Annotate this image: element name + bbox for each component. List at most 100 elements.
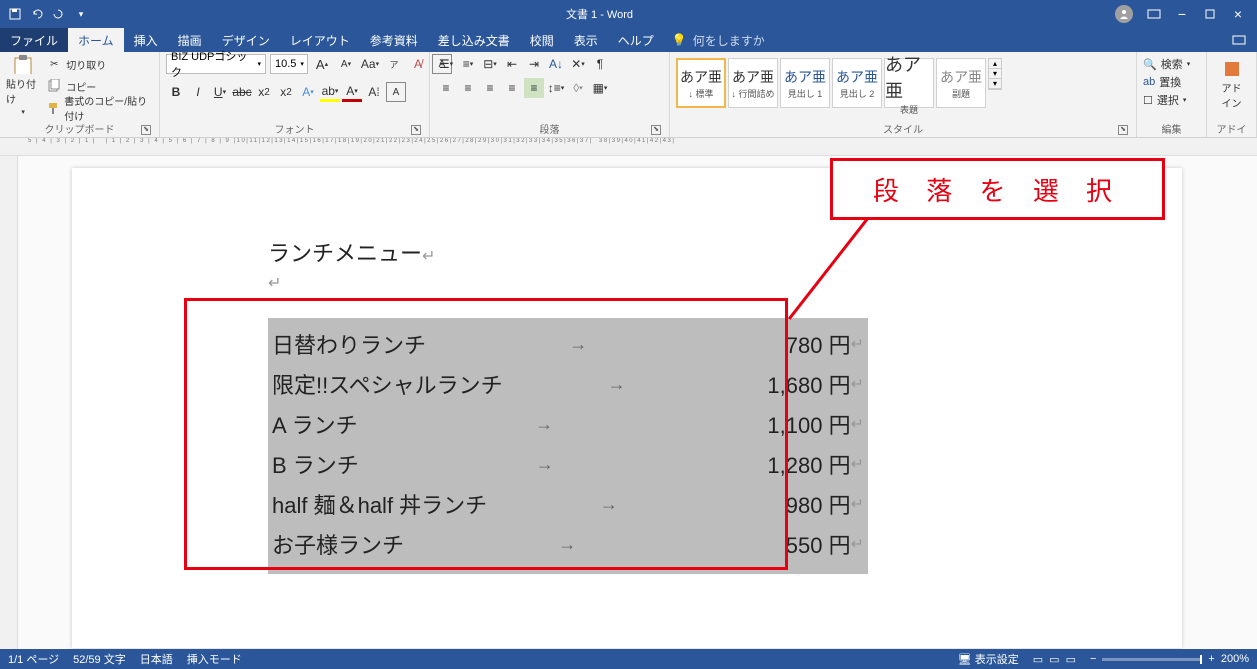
- menu-row: half 麺＆half 丼ランチ→980 円↵: [272, 484, 864, 524]
- search-icon: 🔍: [1143, 58, 1157, 71]
- decrease-indent-button[interactable]: ⇤: [502, 54, 522, 74]
- tab-mark-icon: →: [426, 334, 731, 355]
- font-name-value: BIZ UDPゴシック: [171, 48, 253, 80]
- view-web-icon[interactable]: ▭: [1066, 653, 1076, 666]
- vertical-ruler[interactable]: [0, 156, 18, 649]
- bullets-button[interactable]: ☰▾: [436, 54, 456, 74]
- zoom-out-button[interactable]: −: [1090, 653, 1096, 665]
- clear-formatting-button[interactable]: A̸: [408, 54, 428, 74]
- undo-icon[interactable]: [30, 7, 44, 21]
- bold-button[interactable]: B: [166, 82, 186, 102]
- multilevel-button[interactable]: ⊟▾: [480, 54, 500, 74]
- replace-button[interactable]: ab置換: [1143, 74, 1190, 90]
- font-size-select[interactable]: 10.5▾: [270, 54, 308, 74]
- font-color-button[interactable]: A▾: [342, 82, 362, 102]
- font-name-select[interactable]: BIZ UDPゴシック▾: [166, 54, 266, 74]
- tab-references[interactable]: 参考資料: [360, 28, 428, 52]
- tab-review[interactable]: 校閲: [520, 28, 564, 52]
- tab-insert[interactable]: 挿入: [124, 28, 168, 52]
- style-subtitle[interactable]: あア亜副題: [936, 58, 986, 108]
- find-button[interactable]: 🔍検索▾: [1143, 56, 1190, 72]
- italic-button[interactable]: I: [188, 82, 208, 102]
- text-effects-button[interactable]: A▾: [298, 82, 318, 102]
- borders-button[interactable]: ▦▾: [590, 78, 610, 98]
- tab-view[interactable]: 表示: [564, 28, 608, 52]
- paste-button[interactable]: 貼り付け ▾: [6, 54, 40, 116]
- status-page[interactable]: 1/1 ページ: [8, 651, 59, 667]
- format-painter-button[interactable]: 書式のコピー/貼り付け: [44, 98, 153, 118]
- styles-gallery[interactable]: あア亜↓ 標準 あア亜↓ 行間詰め あア亜見出し 1 あア亜見出し 2 あア亜表…: [676, 54, 1002, 108]
- view-read-icon[interactable]: ▭: [1033, 653, 1043, 666]
- align-center-button[interactable]: ≡: [458, 78, 478, 98]
- justify-button[interactable]: ≡: [502, 78, 522, 98]
- numbering-button[interactable]: ≡▾: [458, 54, 478, 74]
- strikethrough-button[interactable]: abc: [232, 82, 252, 102]
- sort-button[interactable]: A↓: [546, 54, 566, 74]
- align-left-button[interactable]: ≡: [436, 78, 456, 98]
- highlight-button[interactable]: ab▾: [320, 82, 340, 102]
- paragraph-dialog-launcher[interactable]: ⬊: [651, 125, 661, 135]
- zoom-level[interactable]: 200%: [1221, 653, 1249, 665]
- style-heading2[interactable]: あア亜見出し 2: [832, 58, 882, 108]
- tell-me[interactable]: 💡 何をしますか: [664, 28, 773, 52]
- char-shading-button[interactable]: A⁞: [364, 82, 384, 102]
- close-icon[interactable]: ×: [1231, 7, 1245, 21]
- account-icon[interactable]: [1115, 5, 1133, 23]
- style-normal[interactable]: あア亜↓ 標準: [676, 58, 726, 108]
- display-settings-button[interactable]: 🖥 表示設定: [958, 651, 1019, 667]
- subscript-button[interactable]: x2: [254, 82, 274, 102]
- shrink-font-button[interactable]: A▾: [336, 54, 356, 74]
- tab-layout[interactable]: レイアウト: [280, 28, 360, 52]
- line-spacing-button[interactable]: ↕≡▾: [546, 78, 566, 98]
- tab-mailings[interactable]: 差し込み文書: [428, 28, 520, 52]
- grow-font-button[interactable]: A▴: [312, 54, 332, 74]
- superscript-button[interactable]: x2: [276, 82, 296, 102]
- style-heading1[interactable]: あア亜見出し 1: [780, 58, 830, 108]
- annotation-callout-box: 段 落 を 選 択: [830, 158, 1165, 220]
- cut-button[interactable]: ✂切り取り: [44, 54, 153, 74]
- tab-mark-icon: →: [503, 374, 731, 395]
- phonetic-guide-button[interactable]: ア: [384, 54, 404, 74]
- underline-button[interactable]: U▾: [210, 82, 230, 102]
- zoom-slider[interactable]: [1102, 658, 1202, 661]
- char-border-button[interactable]: A: [386, 82, 406, 102]
- align-right-button[interactable]: ≡: [480, 78, 500, 98]
- replace-icon: ab: [1143, 76, 1155, 88]
- horizontal-ruler[interactable]: 5 | 4 | 3 | 2 | 1 | | 1 | 2 | 3 | 4 | 5 …: [0, 138, 1257, 156]
- show-marks-button[interactable]: ¶: [590, 54, 610, 74]
- shading-button[interactable]: ◊▾: [568, 78, 588, 98]
- addins-button[interactable]: アド イン: [1213, 54, 1250, 116]
- style-no-spacing[interactable]: あア亜↓ 行間詰め: [728, 58, 778, 108]
- asian-layout-button[interactable]: ✕▾: [568, 54, 588, 74]
- status-wordcount[interactable]: 52/59 文字: [73, 651, 126, 667]
- menu-row: 日替わりランチ→780 円↵: [272, 324, 864, 364]
- change-case-button[interactable]: Aa▾: [360, 54, 380, 74]
- group-editing-label: 編集: [1143, 121, 1200, 137]
- zoom-in-button[interactable]: +: [1208, 653, 1214, 665]
- maximize-icon[interactable]: [1203, 7, 1217, 21]
- brush-icon: [46, 100, 60, 116]
- styles-dialog-launcher[interactable]: ⬊: [1118, 125, 1128, 135]
- distribute-button[interactable]: ≡: [524, 78, 544, 98]
- style-title[interactable]: あア亜表題: [884, 58, 934, 108]
- status-insert-mode[interactable]: 挿入モード: [187, 651, 242, 667]
- status-language[interactable]: 日本語: [140, 651, 173, 667]
- clipboard-dialog-launcher[interactable]: ⬊: [141, 125, 151, 135]
- redo-icon[interactable]: [52, 7, 66, 21]
- select-button[interactable]: ☐選択▾: [1143, 92, 1190, 108]
- minimize-icon[interactable]: −: [1175, 7, 1189, 21]
- tab-help[interactable]: ヘルプ: [608, 28, 664, 52]
- save-icon[interactable]: [8, 7, 22, 21]
- increase-indent-button[interactable]: ⇥: [524, 54, 544, 74]
- tab-file[interactable]: ファイル: [0, 28, 68, 52]
- styles-scroll[interactable]: ▴▾▾: [988, 58, 1002, 90]
- window-title: 文書 1 - Word: [96, 6, 1103, 22]
- share-button[interactable]: [1221, 28, 1257, 52]
- qat-more-icon[interactable]: ▾: [74, 7, 88, 21]
- view-print-icon[interactable]: ▭: [1049, 653, 1059, 666]
- font-dialog-launcher[interactable]: ⬊: [411, 125, 421, 135]
- tab-mark-icon: →: [358, 414, 731, 435]
- ribbon-display-icon[interactable]: [1147, 7, 1161, 21]
- document-page[interactable]: ランチメニュー↵ ↵ 日替わりランチ→780 円↵ 限定!!スペシャルランチ→1…: [72, 168, 1182, 648]
- tab-home[interactable]: ホーム: [68, 28, 124, 52]
